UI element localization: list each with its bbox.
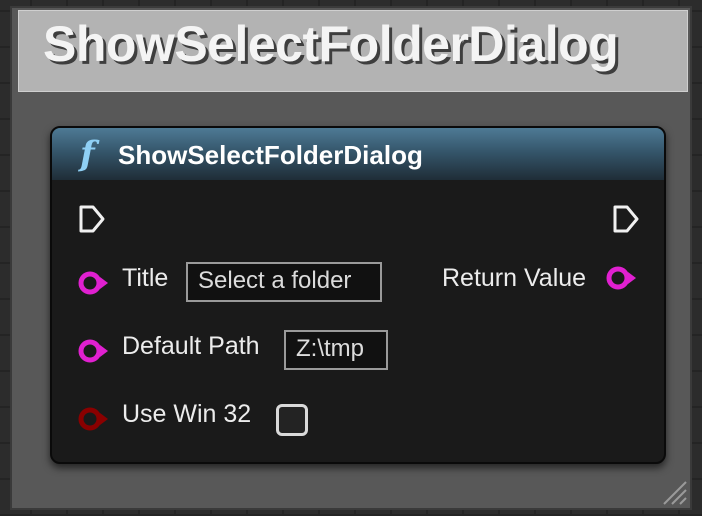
function-icon: f <box>80 134 95 174</box>
default-path-input-pin-icon[interactable] <box>76 338 112 364</box>
exec-input-pin-icon[interactable] <box>78 204 106 234</box>
default-path-pin-label: Default Path <box>122 332 260 360</box>
use-win32-checkbox[interactable] <box>276 404 308 436</box>
exec-output-pin-icon[interactable] <box>612 204 640 234</box>
return-value-output-pin-icon[interactable] <box>604 265 640 291</box>
node-header[interactable]: f ShowSelectFolderDialog <box>52 128 664 180</box>
title-input-pin-icon[interactable] <box>76 270 112 296</box>
node-title: ShowSelectFolderDialog <box>118 140 423 170</box>
title-text-field[interactable]: Select a folder <box>186 262 382 302</box>
use-win32-input-pin-icon[interactable] <box>76 406 112 432</box>
title-pin-label: Title <box>122 264 169 292</box>
default-path-text-field[interactable]: Z:\tmp <box>284 330 388 370</box>
return-value-pin-label: Return Value <box>442 264 587 292</box>
comment-title[interactable]: ShowSelectFolderDialog <box>43 15 619 73</box>
function-node[interactable]: f ShowSelectFolderDialog Title Select a … <box>50 126 666 464</box>
resize-grip-icon[interactable] <box>660 478 688 506</box>
comment-header[interactable]: ShowSelectFolderDialog <box>18 10 688 92</box>
use-win32-pin-label: Use Win 32 <box>122 400 252 428</box>
